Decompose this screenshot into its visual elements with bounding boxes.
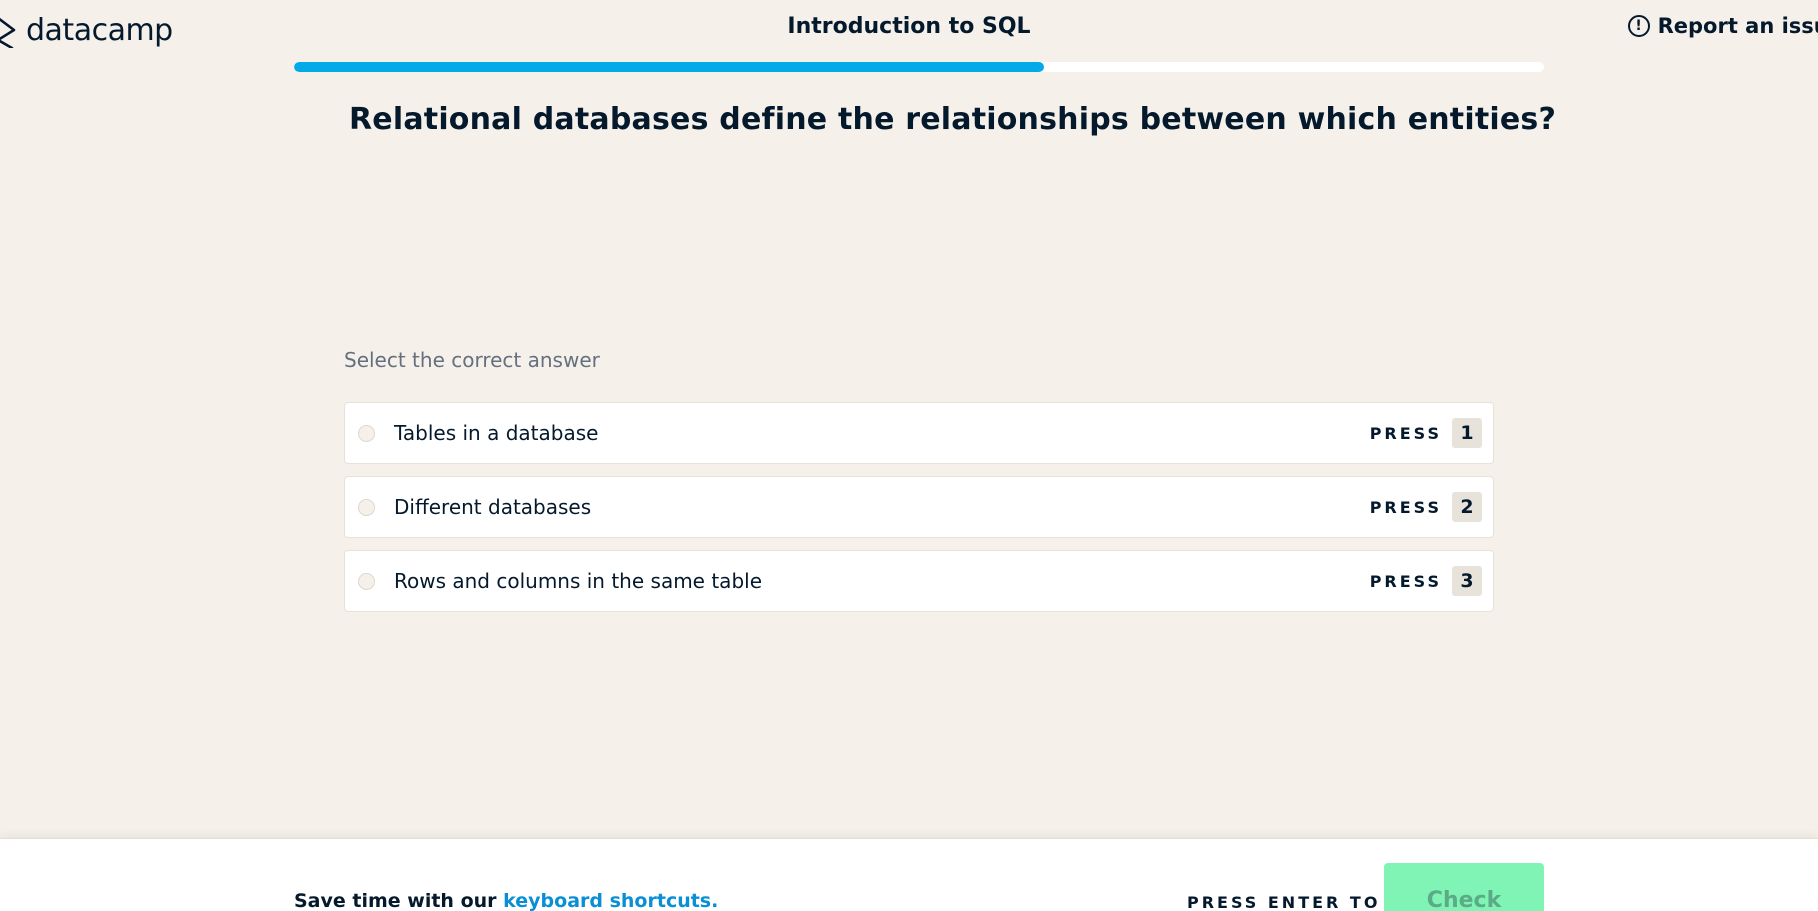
press-label: PRESS xyxy=(1369,571,1442,591)
answer-options: Tables in a database PRESS 1 Different d… xyxy=(344,402,1494,624)
instruction-text: Select the correct answer xyxy=(344,348,600,372)
keyboard-hint: PRESS 1 xyxy=(1370,418,1482,448)
course-title: Introduction to SQL xyxy=(787,14,1031,39)
datacamp-logo-icon xyxy=(0,17,16,48)
keyboard-shortcuts-tip: Save time with our keyboard shortcuts. xyxy=(294,890,718,911)
check-button[interactable]: Check xyxy=(1384,863,1544,911)
footer-bar: Save time with our keyboard shortcuts. P… xyxy=(0,838,1818,911)
press-label: PRESS xyxy=(1369,423,1442,443)
answer-option-label: Different databases xyxy=(394,495,592,519)
press-enter-hint: PRESS ENTER TO xyxy=(1187,893,1381,911)
answer-option-label: Tables in a database xyxy=(394,421,599,445)
key-badge: 3 xyxy=(1452,566,1482,596)
progress-bar xyxy=(294,62,1544,72)
key-badge: 1 xyxy=(1452,418,1482,448)
top-bar: datacamp Introduction to SQL ! Report an… xyxy=(0,0,1818,100)
question-text: Relational databases define the relation… xyxy=(349,102,1557,137)
answer-option-2[interactable]: Different databases PRESS 2 xyxy=(344,476,1494,538)
report-issue-button[interactable]: ! Report an issue xyxy=(1627,14,1818,38)
answer-option-label: Rows and columns in the same table xyxy=(394,569,762,593)
radio-unchecked-icon[interactable] xyxy=(358,424,375,442)
answer-option-1[interactable]: Tables in a database PRESS 1 xyxy=(344,402,1494,464)
tip-prefix: Save time with our xyxy=(294,890,504,911)
keyboard-hint: PRESS 3 xyxy=(1370,566,1482,596)
exclamation-circle-icon: ! xyxy=(1627,15,1650,37)
report-issue-label: Report an issue xyxy=(1657,14,1818,38)
keyboard-hint: PRESS 2 xyxy=(1370,492,1482,522)
datacamp-logo[interactable]: datacamp xyxy=(0,12,173,48)
check-button-label: Check xyxy=(1426,888,1502,911)
answer-option-3[interactable]: Rows and columns in the same table PRESS… xyxy=(344,550,1494,612)
keyboard-shortcuts-link[interactable]: keyboard shortcuts. xyxy=(503,890,718,911)
press-label: PRESS xyxy=(1369,497,1442,517)
radio-unchecked-icon[interactable] xyxy=(358,572,375,590)
key-badge: 2 xyxy=(1452,492,1482,522)
course-title-wrap: Introduction to SQL xyxy=(0,14,1818,39)
logo-text: datacamp xyxy=(26,12,173,48)
radio-unchecked-icon[interactable] xyxy=(358,498,375,516)
progress-fill xyxy=(294,62,1044,72)
